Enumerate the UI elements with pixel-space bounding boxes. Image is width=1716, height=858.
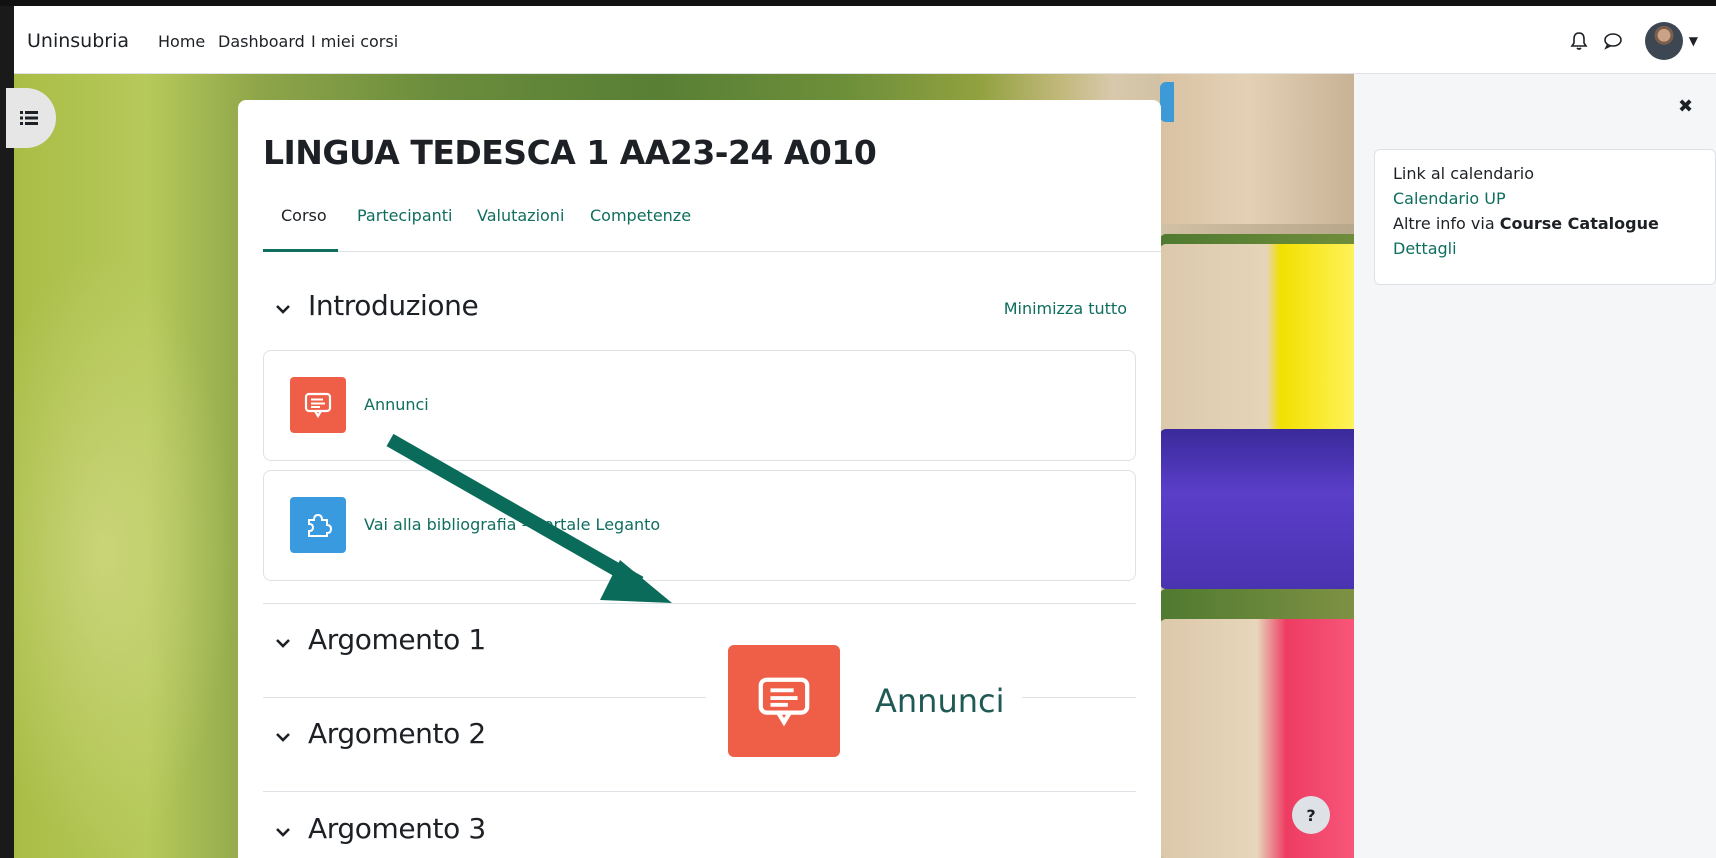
section-divider [263,791,1136,792]
tab-corso[interactable]: Corso [281,206,327,225]
collapse-all-link[interactable]: Minimizza tutto [1004,299,1127,318]
pencil-purple [1160,429,1354,589]
tab-valutazioni[interactable]: Valutazioni [477,206,564,225]
activity-annunci[interactable]: Annunci [263,350,1136,461]
site-brand[interactable]: Uninsubria [27,30,129,52]
screen: Uninsubria Home Dashboard I miei corsi ▼… [0,0,1716,858]
chevron-down-icon[interactable] [274,300,292,318]
zoomed-activity-label: Annunci [875,682,1005,720]
block-line-info: Altre info via Course Catalogue [1393,214,1659,233]
help-button[interactable]: ? [1292,796,1330,834]
nav-dashboard[interactable]: Dashboard [218,32,305,51]
calendar-up-link[interactable]: Calendario UP [1393,189,1506,208]
block-line-calendar-label: Link al calendario [1393,164,1534,183]
section-title-argomento-3[interactable]: Argomento 3 [308,812,486,845]
page-title: LINGUA TEDESCA 1 AA23-24 A010 [263,133,877,172]
section-title-argomento-2[interactable]: Argomento 2 [308,717,486,750]
section-divider [263,603,1136,604]
section-title-argomento-1[interactable]: Argomento 1 [308,623,486,656]
chevron-down-icon[interactable] [274,823,292,841]
activity-label[interactable]: Annunci [364,395,429,414]
tab-competenze[interactable]: Competenze [590,206,691,225]
chat-icon[interactable] [1599,27,1627,55]
right-block-drawer: ✖ Link al calendario Calendario UP Altre… [1354,74,1716,858]
active-tab-indicator [263,249,338,252]
calendar-block: Link al calendario Calendario UP Altre i… [1374,149,1716,285]
pencil-blue [1160,74,1354,224]
pencil-blue-tip [1160,82,1174,122]
nav-my-courses[interactable]: I miei corsi [311,32,398,51]
section-title-introduzione[interactable]: Introduzione [308,289,479,322]
nav-home[interactable]: Home [158,32,205,51]
background-blur [14,250,234,858]
list-icon [20,111,38,125]
pencils-image [1160,74,1354,858]
chevron-down-icon[interactable]: ▼ [1689,34,1698,48]
details-link[interactable]: Dettagli [1393,239,1457,258]
bell-icon[interactable] [1565,27,1593,55]
info-prefix: Altre info via [1393,214,1500,233]
close-icon[interactable]: ✖ [1678,96,1693,117]
activity-bibliografia[interactable]: Vai alla bibliografia – Portale Leganto [263,470,1136,581]
user-avatar[interactable] [1644,22,1683,60]
course-content-card: LINGUA TEDESCA 1 AA23-24 A010 Corso Part… [238,100,1161,858]
chevron-down-icon[interactable] [274,634,292,652]
puzzle-icon [290,497,346,553]
activity-label[interactable]: Vai alla bibliografia – Portale Leganto [364,515,660,534]
forum-icon [290,377,346,433]
tab-partecipanti[interactable]: Partecipanti [357,206,453,225]
top-navbar: Uninsubria Home Dashboard I miei corsi ▼ [14,6,1716,74]
course-catalogue-text: Course Catalogue [1499,214,1659,233]
forum-icon [728,645,840,757]
zoomed-annunci-callout: Annunci [706,606,1022,786]
chevron-down-icon[interactable] [274,728,292,746]
navbar-actions: ▼ [1565,20,1716,62]
